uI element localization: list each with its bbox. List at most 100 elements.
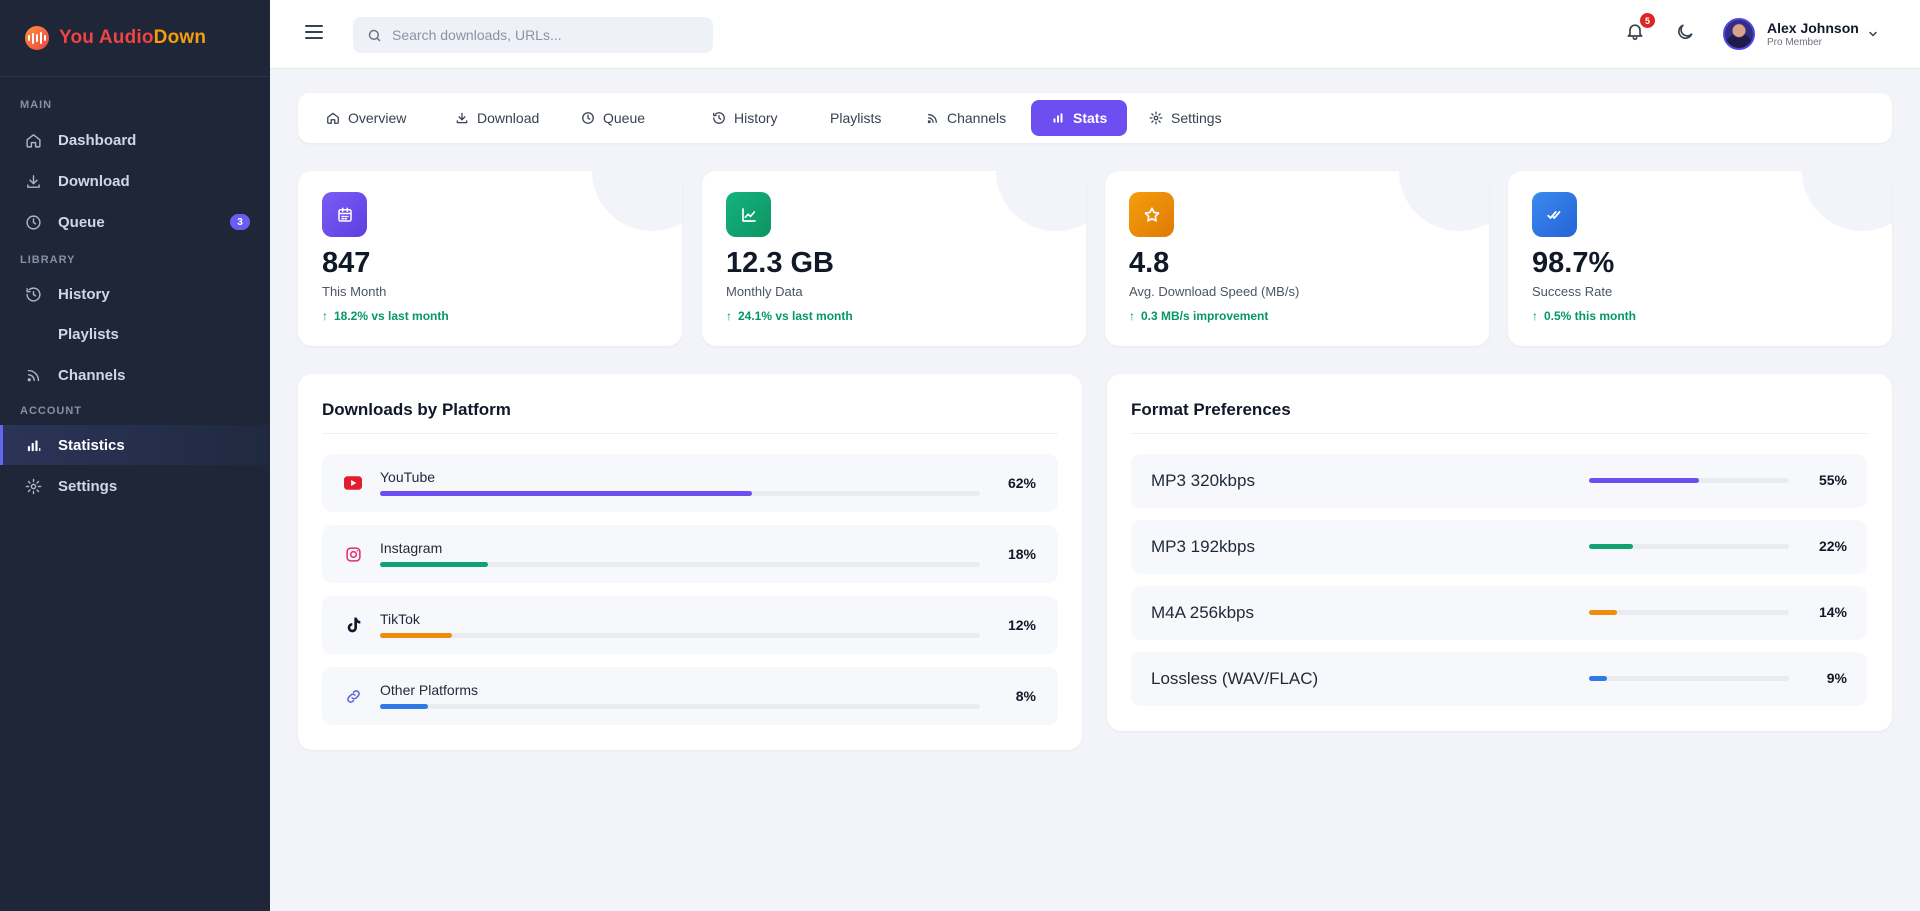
stat-change-text: 18.2% vs last month	[334, 309, 449, 323]
audio-wave-logo-icon	[25, 26, 49, 50]
tab-settings[interactable]: Settings	[1143, 100, 1228, 136]
platform-row-youtube: YouTube 62%	[322, 454, 1058, 512]
brand-name-part1: You Audio	[59, 27, 154, 48]
sidebar-item-label: History	[58, 285, 110, 303]
stat-label: Success Rate	[1532, 284, 1613, 299]
tab-label: Overview	[348, 110, 407, 126]
format-percent: 55%	[1818, 472, 1847, 488]
tab-bar: Overview Download Queue History Playlist…	[298, 93, 1892, 143]
progress-track	[380, 491, 980, 496]
tab-overview[interactable]: Overview	[320, 100, 412, 136]
user-name[interactable]: Alex Johnson	[1767, 20, 1859, 36]
sidebar-item-statistics[interactable]: Statistics	[0, 425, 270, 465]
chevron-down-icon[interactable]	[1867, 28, 1879, 40]
platform-name: TikTok	[380, 611, 420, 627]
stat-change-text: 0.3 MB/s improvement	[1141, 309, 1269, 323]
tab-label: Queue	[603, 110, 646, 126]
format-name: MP3 320kbps	[1151, 471, 1255, 490]
progress-track	[380, 562, 980, 567]
bar-chart-icon	[24, 436, 42, 454]
bar-chart-icon	[1051, 111, 1065, 125]
moon-icon[interactable]	[1675, 22, 1699, 46]
tab-history[interactable]: History	[706, 100, 784, 136]
stat-change: ↑ 0.5% this month	[1532, 309, 1636, 323]
format-percent: 22%	[1818, 538, 1847, 554]
sidebar-item-download[interactable]: Download	[0, 161, 270, 201]
stat-value: 4.8	[1129, 247, 1170, 279]
history-icon	[712, 111, 726, 125]
progress-fill	[1589, 544, 1633, 549]
search-input[interactable]	[392, 27, 692, 43]
stat-label: This Month	[322, 284, 387, 299]
progress-track	[1589, 610, 1789, 615]
topbar: 5 Alex Johnson Pro Member	[270, 0, 1920, 69]
home-icon	[326, 111, 340, 125]
tab-channels[interactable]: Channels	[919, 100, 1012, 136]
platform-panel: Downloads by Platform YouTube 62% Instag…	[298, 374, 1082, 750]
stat-change: ↑ 18.2% vs last month	[322, 309, 449, 323]
card-decoration	[1802, 171, 1892, 231]
platform-name: Instagram	[380, 540, 443, 556]
trend-chart-icon	[726, 192, 771, 237]
tab-queue[interactable]: Queue	[575, 100, 651, 136]
download-icon	[455, 111, 469, 125]
platform-percent: 18%	[1007, 546, 1036, 562]
panel-title: Downloads by Platform	[322, 400, 511, 419]
format-row: MP3 320kbps 55%	[1131, 454, 1867, 508]
format-panel: Format Preferences MP3 320kbps 55% MP3 1…	[1107, 374, 1892, 731]
calendar-icon	[322, 192, 367, 237]
tab-label: History	[734, 110, 778, 126]
stat-change-text: 0.5% this month	[1544, 309, 1637, 323]
sidebar-item-playlists[interactable]: Playlists	[0, 314, 270, 354]
arrow-up-icon: ↑	[1532, 309, 1538, 323]
double-check-icon	[1532, 192, 1577, 237]
stat-label: Monthly Data	[726, 284, 803, 299]
rss-icon	[925, 111, 939, 125]
brand[interactable]: You AudioDown	[0, 0, 270, 77]
card-decoration	[592, 171, 682, 231]
stat-value: 847	[322, 247, 371, 279]
clock-icon	[24, 213, 42, 231]
tab-stats[interactable]: Stats	[1031, 100, 1128, 136]
history-icon	[24, 285, 42, 303]
stat-card-avg-speed: 4.8 Avg. Download Speed (MB/s) ↑ 0.3 MB/s…	[1105, 171, 1489, 346]
stat-value: 98.7%	[1532, 247, 1615, 279]
brand-name-part2: Down	[153, 27, 207, 48]
section-label-main: MAIN	[20, 99, 53, 111]
sidebar-item-history[interactable]: History	[0, 274, 270, 314]
arrow-up-icon: ↑	[726, 309, 732, 323]
format-name: M4A 256kbps	[1151, 603, 1255, 622]
platform-percent: 8%	[1015, 688, 1036, 704]
user-role: Pro Member	[1767, 37, 1823, 48]
platform-row-instagram: Instagram 18%	[322, 525, 1058, 583]
tab-label: Download	[477, 110, 540, 126]
progress-track	[1589, 676, 1789, 681]
menu-toggle-icon[interactable]	[305, 25, 323, 39]
stat-card-success-rate: 98.7% Success Rate ↑ 0.5% this month	[1508, 171, 1892, 346]
divider	[322, 433, 1058, 434]
stat-change: ↑ 24.1% vs last month	[726, 309, 853, 323]
download-icon	[24, 172, 42, 190]
format-percent: 14%	[1818, 604, 1847, 620]
tab-label: Playlists	[830, 110, 882, 126]
search-bar[interactable]	[353, 17, 713, 53]
tab-download[interactable]: Download	[449, 100, 545, 136]
format-row: M4A 256kbps 14%	[1131, 586, 1867, 640]
tab-playlists[interactable]: Playlists	[824, 100, 887, 136]
sidebar-item-channels[interactable]: Channels	[0, 355, 270, 395]
sidebar-item-label: Queue	[58, 213, 105, 231]
stat-change: ↑ 0.3 MB/s improvement	[1129, 309, 1268, 323]
sidebar-item-queue[interactable]: Queue 3	[0, 202, 270, 242]
platform-name: Other Platforms	[380, 682, 479, 698]
tab-label: Settings	[1171, 110, 1222, 126]
format-row: MP3 192kbps 22%	[1131, 520, 1867, 574]
sidebar-item-settings[interactable]: Settings	[0, 466, 270, 506]
brand-name: You AudioDown	[59, 27, 206, 49]
section-label-account: ACCOUNT	[20, 405, 82, 417]
sidebar-item-dashboard[interactable]: Dashboard	[0, 120, 270, 160]
stat-change-text: 24.1% vs last month	[738, 309, 853, 323]
progress-track	[380, 633, 980, 638]
queue-count-badge: 3	[230, 214, 250, 230]
sidebar: You AudioDown MAIN Dashboard Download Qu…	[0, 0, 270, 911]
avatar[interactable]	[1723, 18, 1755, 50]
